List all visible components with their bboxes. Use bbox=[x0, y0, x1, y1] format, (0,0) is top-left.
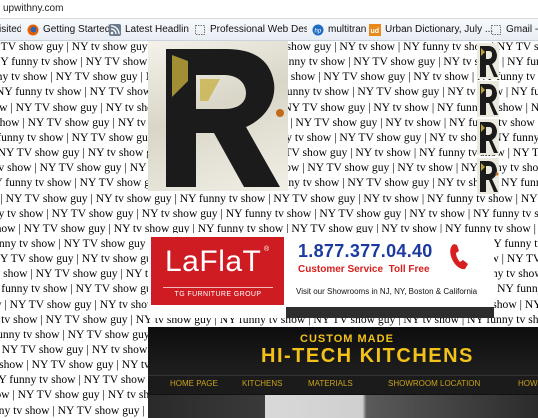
url-text: upwithny.com bbox=[3, 3, 64, 14]
bookmark-multitran[interactable]: hp multitran bbox=[312, 19, 367, 40]
kitchen-photo bbox=[148, 395, 538, 418]
bookmark-most-visited[interactable]: isited bbox=[0, 19, 21, 40]
page-icon bbox=[490, 24, 502, 36]
custom-made-text: CUSTOM MADE bbox=[300, 333, 394, 345]
bookmark-label: Getting Started bbox=[43, 24, 109, 35]
phone-number: 1.877.377.04.40 bbox=[298, 241, 433, 261]
hi-tech-kitchens-title: HI-TECH KITCHENS bbox=[261, 345, 474, 367]
telephone-icon bbox=[448, 242, 472, 272]
bookmark-label: Professional Web Desi... bbox=[210, 24, 307, 35]
bookmark-label: multitran bbox=[328, 24, 367, 35]
kitchens-nav: HOME PAGE KITCHENS MATERIALS SHOWROOM LO… bbox=[148, 375, 538, 394]
kitchens-site-ad[interactable]: CUSTOM MADE HI-TECH KITCHENS HOME PAGE K… bbox=[148, 327, 538, 418]
bookmark-professional-web-design[interactable]: Professional Web Desi... bbox=[194, 19, 307, 40]
bookmark-getting-started[interactable]: Getting Started bbox=[27, 19, 109, 40]
bookmark-latest-headlines[interactable]: Latest Headlines bbox=[109, 19, 189, 40]
r-logo-small bbox=[477, 119, 499, 155]
nav-showroom-location[interactable]: SHOWROOM LOCATION bbox=[388, 379, 480, 388]
bookmark-gmail[interactable]: Gmail - bbox=[490, 19, 538, 40]
r-logo-image bbox=[148, 41, 288, 191]
page-icon bbox=[194, 24, 206, 36]
laflat-tagline: TG FURNITURE GROUP bbox=[163, 287, 273, 298]
background-text-line: NY funny tv show | NY TV show guy | NY t… bbox=[0, 191, 538, 205]
kitchens-header: CUSTOM MADE HI-TECH KITCHENS bbox=[148, 327, 538, 375]
laflat-banner-ad[interactable]: LaFlaT ® TG FURNITURE GROUP 1.877.377.04… bbox=[148, 233, 494, 318]
r-logo-small bbox=[477, 43, 499, 79]
rss-icon bbox=[109, 23, 121, 36]
r-logo-small bbox=[477, 158, 499, 194]
bookmark-label: Gmail - bbox=[506, 24, 538, 35]
laflat-logo: LaFlaT bbox=[165, 245, 262, 278]
bookmark-label: Urban Dictionary, July ... bbox=[385, 24, 494, 35]
laflat-logo-block: LaFlaT ® TG FURNITURE GROUP bbox=[151, 237, 284, 305]
customer-service-text: Customer Service Toll Free bbox=[298, 264, 430, 275]
banner-footer-bar bbox=[286, 307, 494, 318]
bookmark-urban-dictionary[interactable]: ud Urban Dictionary, July ... bbox=[369, 19, 504, 40]
ud-icon: ud bbox=[369, 23, 381, 36]
nav-how[interactable]: HOW bbox=[518, 379, 538, 388]
hp-icon: hp bbox=[312, 24, 324, 36]
svg-text:hp: hp bbox=[315, 28, 322, 34]
nav-kitchens[interactable]: KITCHENS bbox=[242, 379, 282, 388]
nav-home-page[interactable]: HOME PAGE bbox=[170, 379, 218, 388]
bookmarks-toolbar: isited Getting Started Latest Headlines … bbox=[0, 19, 538, 41]
address-bar[interactable]: upwithny.com bbox=[0, 0, 538, 19]
firefox-icon bbox=[27, 24, 39, 36]
bookmark-label: isited bbox=[0, 24, 21, 35]
svg-text:ud: ud bbox=[371, 28, 380, 35]
r-logo-small bbox=[477, 81, 499, 117]
showrooms-text: Visit our Showrooms in NJ, NY, Boston & … bbox=[296, 287, 478, 296]
background-text-line: NY funny tv show | NY TV show guy | NY t… bbox=[0, 206, 538, 220]
registered-mark: ® bbox=[264, 246, 270, 253]
bookmark-label: Latest Headlines bbox=[125, 24, 189, 35]
nav-materials[interactable]: MATERIALS bbox=[308, 379, 353, 388]
